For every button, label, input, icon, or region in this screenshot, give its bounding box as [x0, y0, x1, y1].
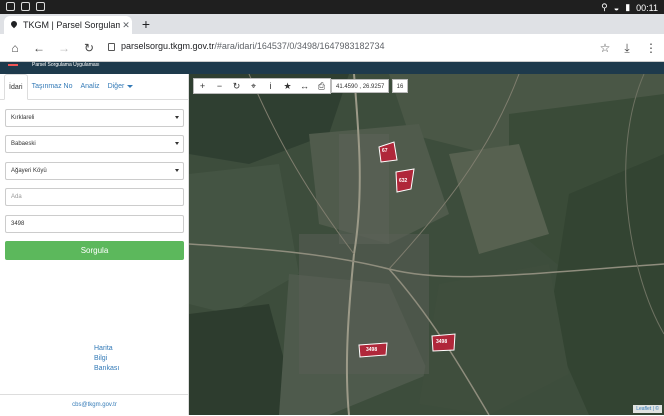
- forward-icon[interactable]: →: [57, 41, 71, 55]
- zoom-out-icon[interactable]: −: [211, 79, 228, 93]
- parcel-label: 67: [382, 148, 388, 154]
- home-icon[interactable]: ⌂: [8, 41, 22, 55]
- dropdown-arrow-icon: [175, 169, 179, 172]
- address-bar[interactable]: parselsorgu.tkgm.gov.tr /#ara/idari/1645…: [108, 41, 385, 51]
- map-toolbar: + − ↻ ⌖ i ★ ↔ ⎙: [193, 78, 331, 94]
- instagram-icon: [21, 2, 30, 11]
- il-value: Kırklareli: [11, 115, 35, 121]
- back-icon[interactable]: ←: [32, 41, 46, 55]
- reload-icon[interactable]: ↻: [82, 41, 96, 55]
- harita-bilgi-bankasi-link[interactable]: Harita Bilgi Bankası: [94, 344, 119, 374]
- star-icon[interactable]: ★: [279, 79, 296, 93]
- browser-tab[interactable]: TKGM | Parsel Sorgulama U ✕: [4, 16, 132, 34]
- url-host: parselsorgu.tkgm.gov.tr: [121, 41, 215, 51]
- parcel-overlay: [358, 141, 456, 358]
- wifi-icon: ◒: [613, 2, 620, 13]
- tab-title: TKGM | Parsel Sorgulama U: [23, 20, 120, 30]
- location-icon: ⚲: [601, 2, 608, 12]
- url-path: /#ara/idari/164537/0/3498/1647983182734: [214, 41, 385, 51]
- photo-icon: [36, 2, 45, 11]
- parcel-label: 3498: [366, 347, 378, 353]
- coordinate-readout: 41.4590 , 26.9257: [331, 79, 390, 93]
- link-line-1: Harita: [94, 345, 113, 352]
- ada-input[interactable]: Ada: [5, 188, 184, 206]
- new-tab-button[interactable]: +: [138, 16, 154, 32]
- app-title: Parsel Sorgulama Uygulaması: [32, 62, 100, 68]
- more-menu-icon[interactable]: ⋮: [644, 41, 658, 55]
- tab-diger[interactable]: Diğer: [104, 74, 138, 99]
- battery-icon: ▮: [625, 2, 631, 12]
- system-status-bar: ⚲ ◒ ▮ 00:11: [0, 0, 664, 14]
- map-attribution[interactable]: Leaflet | ©: [633, 405, 662, 413]
- link-line-2: Bilgi: [94, 355, 108, 362]
- ilce-value: Babaeski: [11, 141, 36, 147]
- parsel-input[interactable]: 3498: [5, 215, 184, 233]
- print-icon[interactable]: ⎙: [313, 79, 330, 93]
- mahalle-select[interactable]: Ağayeri Köyü: [5, 162, 184, 180]
- app-header: Parsel Sorgulama Uygulaması: [0, 62, 664, 74]
- measure-icon[interactable]: ↔: [296, 79, 313, 93]
- dropdown-arrow-icon: [175, 142, 179, 145]
- parcel-label: 632: [399, 178, 408, 184]
- browser-tab-bar: TKGM | Parsel Sorgulama U ✕ +: [0, 14, 664, 34]
- lock-icon: [108, 43, 115, 51]
- tab-analiz[interactable]: Analiz: [76, 74, 103, 99]
- tab-diger-label: Diğer: [107, 83, 125, 90]
- browser-toolbar: ⌂ ← → ↻ parselsorgu.tkgm.gov.tr /#ara/id…: [0, 34, 664, 62]
- star-icon[interactable]: ☆: [598, 41, 612, 55]
- zoom-in-icon[interactable]: +: [194, 79, 211, 93]
- satellite-map[interactable]: 67 632 3498 3498 + − ↻ ⌖ i ★ ↔ ⎙ 41.4590…: [189, 74, 664, 415]
- notification-icon: [6, 2, 15, 11]
- close-tab-icon[interactable]: ✕: [120, 20, 132, 31]
- link-line-3: Bankası: [94, 365, 120, 372]
- hamburger-menu-icon[interactable]: [8, 62, 18, 66]
- mahalle-value: Ağayeri Köyü: [11, 168, 47, 174]
- search-sidebar: İdari Taşınmaz No Analiz Diğer Kırklarel…: [0, 74, 189, 415]
- clock: 00:11: [636, 2, 658, 13]
- download-icon[interactable]: ⤓: [620, 41, 634, 55]
- ilce-select[interactable]: Babaeski: [5, 135, 184, 153]
- tab-tasinmaz-no[interactable]: Taşınmaz No: [28, 74, 77, 99]
- dropdown-arrow-icon: [175, 116, 179, 119]
- parcel-label: 3498: [436, 339, 448, 345]
- tab-idari[interactable]: İdari: [4, 74, 28, 100]
- il-select[interactable]: Kırklareli: [5, 109, 184, 127]
- info-icon[interactable]: i: [262, 79, 279, 93]
- zoom-level: 16: [392, 79, 408, 93]
- caret-down-icon: [127, 84, 134, 88]
- sorgula-button[interactable]: Sorgula: [5, 241, 184, 260]
- map-pin-icon: [10, 21, 18, 29]
- search-tabs: İdari Taşınmaz No Analiz Diğer: [0, 74, 188, 100]
- refresh-icon[interactable]: ↻: [228, 79, 245, 93]
- contact-email-link[interactable]: cbs@tkgm.gov.tr: [0, 394, 189, 415]
- locate-icon[interactable]: ⌖: [245, 79, 262, 93]
